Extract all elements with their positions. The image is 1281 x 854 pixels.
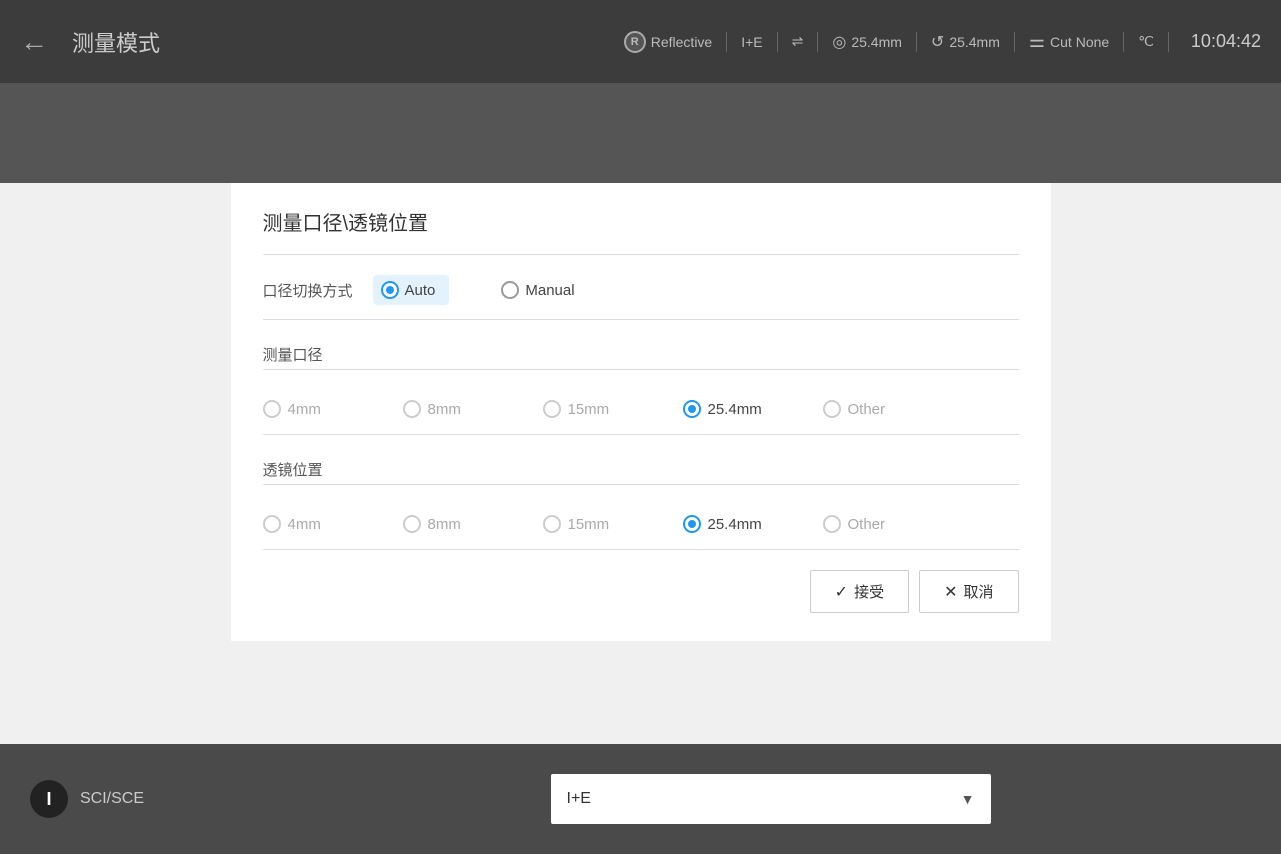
radio-auto[interactable]: Auto (373, 275, 450, 305)
time-display: 10:04:42 (1191, 31, 1261, 52)
aperture-switch-label: 口径切换方式 (263, 280, 373, 301)
lens-4mm-radio (263, 515, 281, 533)
aperture1-status: ◎ 25.4mm (832, 32, 902, 52)
aperture-15mm-label: 15mm (568, 401, 610, 418)
divider-line6 (263, 549, 1019, 550)
gray-band (0, 83, 1281, 183)
aperture-8mm[interactable]: 8mm (403, 400, 543, 418)
aperture-options-row: 4mm 8mm 15mm 25.4mm Other (263, 384, 1019, 434)
lens-15mm-label: 15mm (568, 516, 610, 533)
lens-25-4mm-label: 25.4mm (708, 516, 762, 533)
bottom-bar: I SCI/SCE I+E ▼ (0, 744, 1281, 854)
measurement-aperture-title: 测量口径 (263, 334, 1019, 369)
lens-8mm[interactable]: 8mm (403, 515, 543, 533)
divider (817, 32, 818, 52)
cancel-button[interactable]: ✕ 取消 (919, 570, 1018, 613)
aperture-4mm-radio (263, 400, 281, 418)
temp-status: ℃ (1138, 33, 1154, 50)
dialog-panel: 测量口径\透镜位置 口径切换方式 Auto Manual 测量口径 (231, 183, 1051, 641)
lens-other-label: Other (848, 516, 886, 533)
aperture-switch-group[interactable]: Auto Manual (373, 275, 607, 305)
divider (1014, 32, 1015, 52)
aperture-25-4mm-radio (683, 400, 701, 418)
cut-status: ⚌ Cut None (1029, 31, 1109, 52)
aperture-other[interactable]: Other (823, 400, 963, 418)
aperture-other-label: Other (848, 401, 886, 418)
divider-line5 (263, 484, 1019, 485)
aperture-4mm-label: 4mm (288, 401, 321, 418)
aperture-switch-row: 口径切换方式 Auto Manual (263, 269, 1019, 311)
divider (726, 32, 727, 52)
aperture-15mm-radio (543, 400, 561, 418)
lens-15mm[interactable]: 15mm (543, 515, 683, 533)
divider-line4 (263, 434, 1019, 435)
aperture-4mm[interactable]: 4mm (263, 400, 403, 418)
lens-4mm[interactable]: 4mm (263, 515, 403, 533)
aperture-other-radio (823, 400, 841, 418)
lens-position-title: 透镜位置 (263, 449, 1019, 484)
aperture1-value: 25.4mm (851, 34, 902, 50)
cancel-icon: ✕ (944, 582, 957, 602)
aperture2-value: 25.4mm (949, 34, 1000, 50)
divider (777, 32, 778, 52)
divider-line3 (263, 369, 1019, 370)
cancel-label: 取消 (963, 581, 993, 602)
auto-selected-bg: Auto (373, 275, 450, 305)
lens-25-4mm[interactable]: 25.4mm (683, 515, 823, 533)
lens-8mm-label: 8mm (428, 516, 461, 533)
dropdown-value: I+E (567, 790, 591, 808)
aperture1-icon: ◎ (832, 32, 846, 52)
auto-label: Auto (405, 282, 436, 299)
aperture2-status: ↺ 25.4mm (931, 32, 1000, 52)
auto-radio-indicator (381, 281, 399, 299)
aperture-25-4mm-label: 25.4mm (708, 401, 762, 418)
aperture-15mm[interactable]: 15mm (543, 400, 683, 418)
dropdown-box[interactable]: I+E ▼ (551, 774, 991, 824)
accept-label: 接受 (854, 581, 884, 602)
sci-sce-label: SCI/SCE (80, 790, 144, 808)
manual-label: Manual (525, 282, 574, 299)
bottom-left: I SCI/SCE (0, 780, 260, 818)
cut-icon: ⚌ (1029, 31, 1045, 52)
aperture-8mm-radio (403, 400, 421, 418)
divider (916, 32, 917, 52)
aperture2-icon: ↺ (931, 32, 944, 52)
lens-4mm-label: 4mm (288, 516, 321, 533)
page-title: 测量模式 (72, 26, 160, 58)
button-row: ✓ 接受 ✕ 取消 (263, 570, 1019, 613)
reflective-label: Reflective (651, 34, 712, 50)
panel-title: 测量口径\透镜位置 (263, 207, 1019, 236)
lens-8mm-radio (403, 515, 421, 533)
divider-line (263, 254, 1019, 255)
usb-status: ⇌ (792, 33, 804, 50)
manual-radio-indicator (501, 281, 519, 299)
lens-other[interactable]: Other (823, 515, 963, 533)
lens-other-radio (823, 515, 841, 533)
temp-icon: ℃ (1138, 33, 1154, 50)
accept-icon: ✓ (835, 582, 848, 602)
divider (1168, 32, 1169, 52)
lens-25-4mm-radio (683, 515, 701, 533)
divider (1123, 32, 1124, 52)
divider-line2 (263, 319, 1019, 320)
topbar: ← 测量模式 R Reflective I+E ⇌ ◎ 25.4mm ↺ 25.… (0, 0, 1281, 83)
mode-status: I+E (741, 34, 762, 50)
lens-options-row: 4mm 8mm 15mm 25.4mm Other (263, 499, 1019, 549)
aperture-25-4mm[interactable]: 25.4mm (683, 400, 823, 418)
accept-button[interactable]: ✓ 接受 (810, 570, 909, 613)
cut-label: Cut None (1050, 34, 1109, 50)
back-button[interactable]: ← (20, 26, 48, 58)
main-area: 测量口径\透镜位置 口径切换方式 Auto Manual 测量口径 (0, 183, 1281, 744)
status-bar: R Reflective I+E ⇌ ◎ 25.4mm ↺ 25.4mm ⚌ C… (624, 31, 1261, 53)
aperture-8mm-label: 8mm (428, 401, 461, 418)
lens-15mm-radio (543, 515, 561, 533)
dropdown-arrow-icon: ▼ (961, 791, 975, 807)
usb-icon: ⇌ (792, 33, 804, 50)
bottom-icon: I (30, 780, 68, 818)
mode-label: I+E (741, 34, 762, 50)
reflective-icon: R (624, 31, 646, 53)
reflective-status: R Reflective (624, 31, 712, 53)
radio-manual[interactable]: Manual (501, 281, 574, 299)
bottom-dropdown-area: I+E ▼ (260, 774, 1281, 824)
